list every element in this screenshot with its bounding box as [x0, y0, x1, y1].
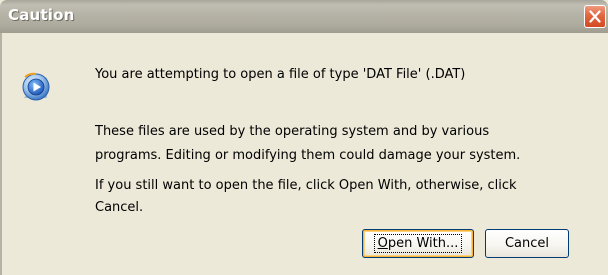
message-line-1: You are attempting to open a file of typ… — [95, 67, 466, 82]
dialog-title: Caution — [8, 6, 75, 24]
message-line-3: programs. Editing or modifying them coul… — [95, 148, 521, 163]
close-button[interactable] — [584, 5, 606, 28]
cancel-button[interactable]: Cancel — [485, 229, 569, 258]
open-with-label: Open With... — [373, 234, 463, 253]
message-line-5: Cancel. — [95, 200, 144, 215]
open-with-mnemonic: O — [377, 236, 388, 251]
media-player-icon — [22, 72, 50, 101]
close-icon — [589, 10, 601, 23]
title-bar[interactable]: Caution — [0, 0, 608, 33]
message-line-4: If you still want to open the file, clic… — [95, 178, 517, 193]
message-line-2: These files are used by the operating sy… — [95, 124, 490, 139]
caution-dialog: Caution You are attempting to open a fil… — [0, 0, 608, 275]
open-with-button[interactable]: Open With... — [362, 229, 474, 258]
open-with-label-rest: pen With... — [387, 236, 459, 251]
